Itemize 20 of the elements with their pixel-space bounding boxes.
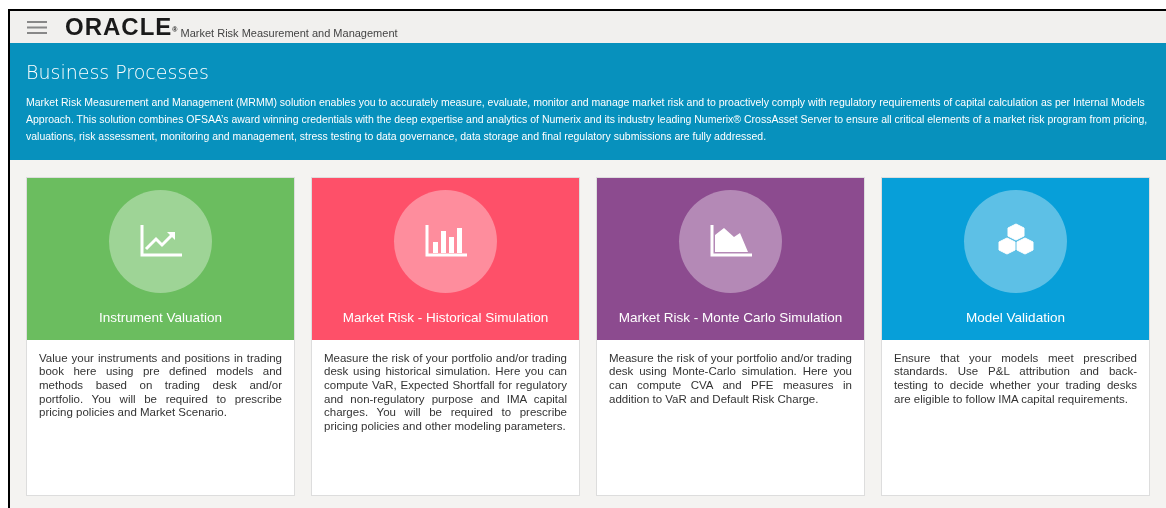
app-title: Market Risk Measurement and Management: [180, 25, 398, 41]
card-description: Measure the risk of your portfolio and/or trading desk using historical simulation. Here you can compute VaR, Expected Shortfall for regulatory and non-regulatory purpose and IMA capital charges. You will be required to prescribe pricing policies and other modeling parameters.: [323, 350, 568, 434]
card-title: Instrument Valuation: [99, 308, 222, 327]
process-card[interactable]: [26, 176, 295, 496]
bar-chart-icon: [424, 225, 467, 258]
area-chart-icon: [709, 225, 752, 258]
card-description: Ensure that your models meet prescribed standards. Use P&L attribution and back-testing to decide whether your trading desks are eligible to follow IMA capital requirements.: [893, 350, 1138, 407]
process-card[interactable]: [596, 176, 865, 496]
card-title: Market Risk - Historical Simulation: [342, 308, 549, 327]
card-title: Model Validation: [966, 308, 1065, 327]
page-description: Market Risk Measurement and Management (MRMM) solution enables you to accurately measure, evaluate, monitor and manage market risk and to proactively comply with regulatory requirements of capital calculation as per Internal Models Approach. This solution combines OFSAA’s award winning credentials with the deep expertise and analytics of Numerix and its industry leading Numerix® CrossAsset Server to ensure all critical elements of a market risk program from pricing, valuations, risk assessment, monitoring and management, stress testing to data governance, data storage and final regulatory submissions are fully addressed.: [26, 94, 1149, 144]
menu-icon[interactable]: [27, 20, 47, 34]
process-card[interactable]: [311, 176, 580, 496]
logo: ORACLE$^{®}$: [65, 15, 179, 39]
card-description: Measure the risk of your portfolio and/or trading desk using Monte-Carlo simulation. Here you can compute CVA and PFE measures in addition to VaR and Default Risk Charge.: [608, 350, 853, 407]
process-card[interactable]: Model Validation Ensure that your models meet prescribed standards. Use P&L attribution and back-testing to decide whether your trading desks are eligible to follow IMA capital requirements.: [881, 176, 1150, 496]
card-title: Market Risk - Monte Carlo Simulation: [618, 308, 843, 327]
page-title: Business Processes: [26, 61, 210, 85]
card-description: Value your instruments and positions in trading book here using pre defined models and methods based on trading desk and/or portfolio. You will be required to prescribe pricing policies and Market Scenario.: [38, 350, 283, 420]
line-chart-icon: [139, 225, 182, 258]
